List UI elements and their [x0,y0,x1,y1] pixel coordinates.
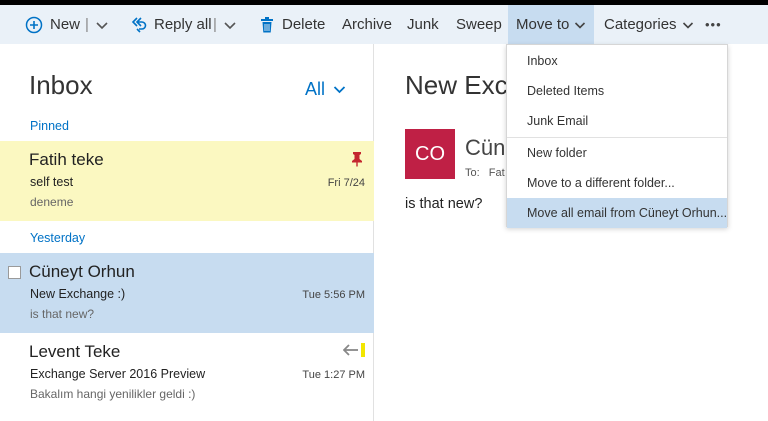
folder-title: Inbox [29,70,93,100]
reading-recipients: To: Fat [465,167,505,179]
plus-circle-icon [25,16,43,34]
message-sender: Cüneyt Orhun [29,262,135,281]
move-to-button[interactable]: Move to [508,5,594,44]
message-list-pane: Inbox All Pinned Fatih teke self test Fr… [0,44,374,421]
reply-arrow-icon [343,343,365,357]
categories-button[interactable]: Categories [604,5,694,44]
message-date: Tue 1:27 PM [302,369,365,381]
new-button-label: New [50,16,81,33]
filter-dropdown[interactable]: All [305,79,346,100]
message-preview: is that new? [30,307,95,321]
chevron-down-icon [333,83,346,96]
message-subject: New Exchange :) [30,287,126,301]
filter-label: All [305,79,326,99]
categories-label: Categories [604,16,677,33]
list-item[interactable]: Cüneyt Orhun New Exchange :) Tue 5:56 PM… [0,253,374,333]
message-subject: self test [30,175,74,189]
group-header-yesterday: Yesterday [30,231,86,245]
delete-label: Delete [282,16,326,33]
list-item[interactable]: Levent Teke Exchange Server 2016 Preview… [0,333,374,413]
new-button[interactable]: New [25,5,80,44]
sweep-button[interactable]: Sweep [456,5,502,44]
reply-all-label: Reply all [154,16,212,33]
menu-item-move-to-different-folder[interactable]: Move to a different folder... [507,168,727,198]
reply-all-icon [131,16,147,34]
menu-item-move-all-email[interactable]: Move all email from Cüneyt Orhun... [507,198,727,228]
menu-item-junk-email[interactable]: Junk Email [507,106,727,136]
message-sender: Fatih teke [29,150,104,169]
command-toolbar: New | Reply all | Delete Archive Junk Sw… [0,5,768,44]
message-body: is that new? [405,196,483,212]
to-label: To: [465,167,480,179]
list-item[interactable]: Fatih teke self test Fri 7/24 deneme [0,141,374,221]
delete-button[interactable]: Delete [260,5,325,44]
move-to-menu: Inbox Deleted Items Junk Email New folde… [506,44,728,228]
message-preview: Bakalım hangi yenilikler geldi :) [30,387,196,401]
message-date: Fri 7/24 [327,177,365,189]
message-sender: Levent Teke [29,342,121,361]
new-dropdown-chevron-icon[interactable] [95,5,109,44]
message-checkbox[interactable] [8,266,21,279]
avatar: CO [405,129,455,179]
chevron-down-icon [682,19,694,31]
message-subject: Exchange Server 2016 Preview [30,367,206,381]
reading-subject: New Exc [405,70,508,100]
archive-button[interactable]: Archive [342,5,392,44]
reply-dropdown-chevron-icon[interactable] [223,5,237,44]
to-value[interactable]: Fat [489,167,505,179]
menu-item-deleted-items[interactable]: Deleted Items [507,76,727,106]
trash-icon [260,16,274,33]
junk-button[interactable]: Junk [407,5,439,44]
toolbar-separator: | [213,16,217,33]
group-header-pinned: Pinned [30,119,69,133]
message-date: Tue 5:56 PM [302,289,365,301]
more-icon[interactable]: ••• [705,5,722,44]
move-to-label: Move to [516,16,570,33]
toolbar-separator: | [85,16,89,33]
menu-item-new-folder[interactable]: New folder [507,138,727,168]
reply-all-button[interactable]: Reply all [131,5,212,44]
chevron-down-icon [574,19,586,31]
menu-item-inbox[interactable]: Inbox [507,46,727,76]
pin-icon[interactable] [351,151,363,167]
message-preview: deneme [30,195,74,209]
